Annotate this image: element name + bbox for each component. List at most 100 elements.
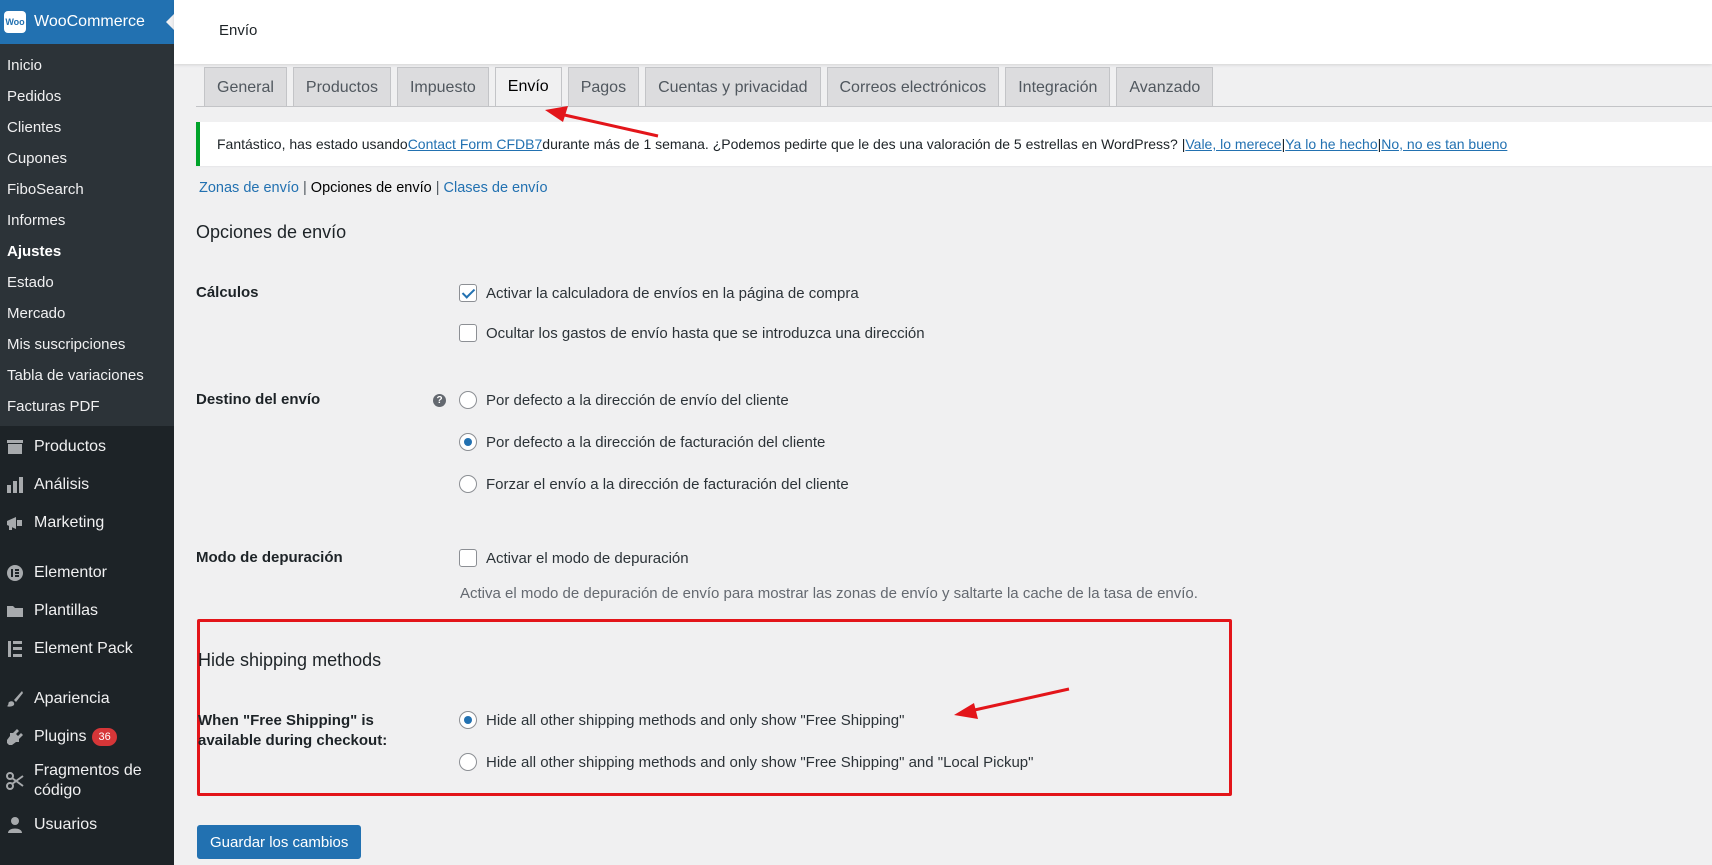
destination-option-force-billing[interactable]: Forzar el envío a la dirección de factur… [459, 475, 849, 493]
sidebar-item-label: WooCommerce [34, 13, 145, 30]
debug-mode-checkbox[interactable] [459, 549, 477, 567]
plugin-icon [4, 727, 26, 747]
elementor-icon [4, 563, 26, 583]
shipping-subnav: Zonas de envío | Opciones de envío | Cla… [199, 180, 548, 196]
option-label: Activar el modo de depuración [486, 549, 689, 567]
destination-radio-force-billing[interactable] [459, 475, 477, 493]
update-count-badge: 36 [92, 728, 117, 746]
sidebar-item-label: Plugins [34, 728, 87, 745]
sidebar-item-plantillas[interactable]: Plantillas [0, 592, 174, 630]
option-label: Activar la calculadora de envíos en la p… [486, 284, 859, 302]
section-title: Opciones de envío [196, 222, 347, 242]
tab-impuesto[interactable]: Impuesto [396, 67, 489, 107]
submenu-item-informes[interactable]: Informes [0, 205, 174, 236]
sidebar-item-element-pack[interactable]: Element Pack [0, 630, 174, 668]
already-done-link[interactable]: Ya lo he hecho [1285, 136, 1377, 152]
sidebar-item-label: Fragmentos de código [34, 762, 142, 799]
destination-option-billing[interactable]: Por defecto a la dirección de facturació… [459, 433, 825, 451]
submenu-item-clientes[interactable]: Clientes [0, 112, 174, 143]
review-notice: Fantástico, has estado usando Contact Fo… [196, 122, 1712, 166]
debug-mode-label: Modo de depuración [196, 549, 343, 566]
tab-pagos[interactable]: Pagos [567, 67, 640, 107]
sidebar-item-apariencia[interactable]: Apariencia [0, 680, 174, 718]
calculations-label: Cálculos [196, 284, 259, 301]
hide-costs-checkbox[interactable] [459, 324, 477, 342]
main-menu: Productos Análisis Marketing Elementor P… [0, 426, 174, 844]
hide-shipping-title: Hide shipping methods [198, 650, 382, 670]
submenu-item-fibosearch[interactable]: FiboSearch [0, 174, 174, 205]
submenu-item-ajustes[interactable]: Ajustes [0, 236, 174, 267]
hide-radio-free-local[interactable] [459, 753, 477, 771]
hide-radio-free-shipping[interactable] [459, 711, 477, 729]
sidebar-item-elementor[interactable]: Elementor [0, 554, 174, 592]
subnav-clases-de-envio[interactable]: Clases de envío [444, 180, 548, 196]
tab-divider [196, 106, 1712, 107]
sidebar-item-label: Elementor [34, 564, 107, 581]
tab-integracion[interactable]: Integración [1005, 67, 1111, 107]
destination-radio-shipping[interactable] [459, 391, 477, 409]
admin-sidebar: Woo WooCommerce Inicio Pedidos Clientes … [0, 0, 174, 865]
rate-yes-link[interactable]: Vale, lo merece [1185, 136, 1281, 152]
hide-option-free-local[interactable]: Hide all other shipping methods and only… [459, 753, 1033, 771]
hide-costs-option[interactable]: Ocultar los gastos de envío hasta que se… [459, 324, 925, 342]
separator: | [431, 180, 444, 196]
sidebar-item-label: Marketing [34, 514, 105, 531]
subnav-zonas-de-envio[interactable]: Zonas de envío [199, 180, 299, 196]
calculator-checkbox[interactable] [459, 284, 477, 302]
option-label: Ocultar los gastos de envío hasta que se… [486, 324, 925, 342]
sidebar-item-plugins[interactable]: Plugins 36 [0, 718, 174, 756]
hide-option-free-shipping[interactable]: Hide all other shipping methods and only… [459, 711, 904, 729]
debug-mode-description: Activa el modo de depuración de envío pa… [460, 585, 1198, 602]
sidebar-item-analisis[interactable]: Análisis [0, 466, 174, 504]
submenu-item-mis-suscripciones[interactable]: Mis suscripciones [0, 329, 174, 360]
option-label: Forzar el envío a la dirección de factur… [486, 475, 849, 493]
top-header: Envío [174, 0, 1712, 64]
sidebar-item-label: Element Pack [34, 640, 133, 657]
tab-envio[interactable]: Envío [494, 67, 562, 107]
submenu-item-facturas-pdf[interactable]: Facturas PDF [0, 391, 174, 422]
tab-productos[interactable]: Productos [292, 67, 391, 107]
subnav-opciones-de-envio[interactable]: Opciones de envío [311, 180, 432, 196]
products-icon [4, 437, 26, 457]
tab-avanzado[interactable]: Avanzado [1116, 67, 1214, 107]
submenu-item-cupones[interactable]: Cupones [0, 143, 174, 174]
option-label: Por defecto a la dirección de facturació… [486, 433, 826, 451]
submenu-item-estado[interactable]: Estado [0, 267, 174, 298]
element-pack-icon [4, 639, 26, 659]
option-label: Hide all other shipping methods and only… [486, 753, 1034, 771]
shipping-destination-label: Destino del envío [196, 391, 321, 408]
not-good-link[interactable]: No, no es tan bueno [1381, 136, 1507, 152]
destination-radio-billing[interactable] [459, 433, 477, 451]
plugin-link[interactable]: Contact Form CFDB7 [408, 136, 543, 152]
save-button[interactable]: Guardar los cambios [197, 825, 362, 859]
settings-tabs: General Productos Impuesto Envío Pagos C… [204, 67, 1219, 107]
submenu-item-inicio[interactable]: Inicio [0, 50, 174, 81]
user-icon [4, 815, 26, 835]
folder-icon [4, 601, 26, 621]
sidebar-item-fragmentos-de-codigo[interactable]: Fragmentos de código [0, 756, 174, 806]
tab-cuentas-y-privacidad[interactable]: Cuentas y privacidad [645, 67, 821, 107]
submenu-item-pedidos[interactable]: Pedidos [0, 81, 174, 112]
woocommerce-submenu: Inicio Pedidos Clientes Cupones FiboSear… [0, 44, 174, 426]
debug-mode-option[interactable]: Activar el modo de depuración [459, 549, 689, 567]
sidebar-item-marketing[interactable]: Marketing [0, 504, 174, 542]
sidebar-item-label: Usuarios [34, 816, 98, 833]
sidebar-item-usuarios[interactable]: Usuarios [0, 806, 174, 844]
notice-text: durante más de 1 semana. ¿Podemos pedirt… [542, 136, 1186, 152]
submenu-item-tabla-de-variaciones[interactable]: Tabla de variaciones [0, 360, 174, 391]
notice-text: Fantástico, has estado usando [217, 136, 408, 152]
tab-general[interactable]: General [204, 67, 287, 107]
sidebar-item-productos[interactable]: Productos [0, 428, 174, 466]
destination-option-shipping[interactable]: Por defecto a la dirección de envío del … [459, 391, 789, 409]
analytics-icon [4, 475, 26, 495]
sidebar-item-label: Plantillas [34, 602, 99, 619]
help-icon[interactable]: ? [433, 394, 446, 407]
submenu-item-mercado[interactable]: Mercado [0, 298, 174, 329]
sidebar-item-woocommerce[interactable]: Woo WooCommerce [0, 0, 174, 44]
megaphone-icon [4, 513, 26, 533]
calculator-option[interactable]: Activar la calculadora de envíos en la p… [459, 284, 859, 302]
scissors-icon [4, 771, 26, 791]
page-title: Envío [219, 22, 258, 39]
tab-correos-electronicos[interactable]: Correos electrónicos [826, 67, 1000, 107]
option-label: Por defecto a la dirección de envío del … [486, 391, 789, 409]
